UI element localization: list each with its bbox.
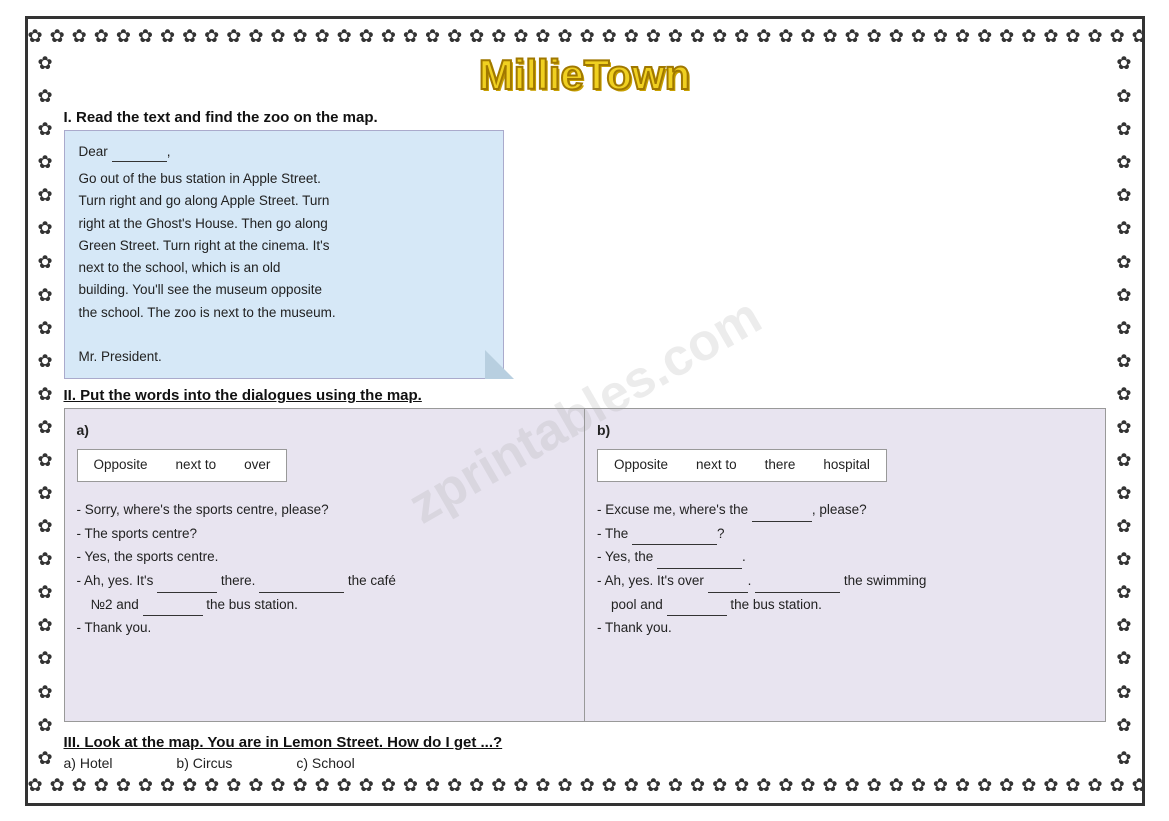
letter-box: Dear, Go out of the bus station in Apple…	[64, 130, 504, 380]
page-title: MillieTown	[64, 51, 1106, 99]
word-hospital-b: hospital	[823, 454, 870, 477]
panel-b-label: b)	[597, 419, 1093, 443]
panel-a-label: a)	[77, 419, 573, 443]
section2-heading: II. Put the words into the dialogues usi…	[64, 387, 1106, 404]
letter-body: Go out of the bus station in Apple Stree…	[79, 168, 489, 368]
panel-b-wordbox: Opposite next to there hospital	[597, 449, 887, 482]
panel-b-dialogue: - Excuse me, where's the , please? - The…	[597, 498, 1093, 640]
section3: III. Look at the map. You are in Lemon S…	[64, 730, 1106, 771]
word-opposite-b: Opposite	[614, 454, 668, 477]
section1: I. Read the text and find the zoo on the…	[64, 109, 1106, 380]
word-there-b: there	[765, 454, 796, 477]
word-next-to-b: next to	[696, 454, 737, 477]
option-a: a) Hotel	[64, 755, 113, 771]
border-right: ✿✿✿✿✿✿✿✿✿✿✿✿✿✿✿✿✿✿✿✿✿✿	[1112, 47, 1135, 775]
word-next-to-a: next to	[176, 454, 217, 477]
page: ✿ ✿ ✿ ✿ ✿ ✿ ✿ ✿ ✿ ✿ ✿ ✿ ✿ ✿ ✿ ✿ ✿ ✿ ✿ ✿ …	[25, 16, 1145, 806]
letter-greeting: Dear,	[79, 141, 489, 163]
section3-heading: III. Look at the map. You are in Lemon S…	[64, 734, 1106, 751]
border-left: ✿✿✿✿✿✿✿✿✿✿✿✿✿✿✿✿✿✿✿✿✿✿	[34, 47, 57, 775]
option-c: c) School	[296, 755, 354, 771]
word-opposite-a: Opposite	[94, 454, 148, 477]
panel-a-dialogue: - Sorry, where's the sports centre, plea…	[77, 498, 573, 640]
panel-a-wordbox: Opposite next to over	[77, 449, 288, 482]
main-content: MillieTown I. Read the text and find the…	[64, 51, 1106, 771]
panel-a: a) Opposite next to over - Sorry, where'…	[65, 409, 586, 720]
option-b: b) Circus	[176, 755, 232, 771]
section3-options: a) Hotel b) Circus c) School	[64, 755, 1106, 771]
word-over-a: over	[244, 454, 270, 477]
panel-b: b) Opposite next to there hospital - Exc…	[585, 409, 1105, 720]
border-bottom: ✿ ✿ ✿ ✿ ✿ ✿ ✿ ✿ ✿ ✿ ✿ ✿ ✿ ✿ ✿ ✿ ✿ ✿ ✿ ✿ …	[28, 772, 1142, 799]
border-top: ✿ ✿ ✿ ✿ ✿ ✿ ✿ ✿ ✿ ✿ ✿ ✿ ✿ ✿ ✿ ✿ ✿ ✿ ✿ ✿ …	[28, 23, 1142, 50]
section1-heading: I. Read the text and find the zoo on the…	[64, 109, 1106, 126]
dialogues-container: a) Opposite next to over - Sorry, where'…	[64, 408, 1106, 721]
section2: II. Put the words into the dialogues usi…	[64, 387, 1106, 721]
